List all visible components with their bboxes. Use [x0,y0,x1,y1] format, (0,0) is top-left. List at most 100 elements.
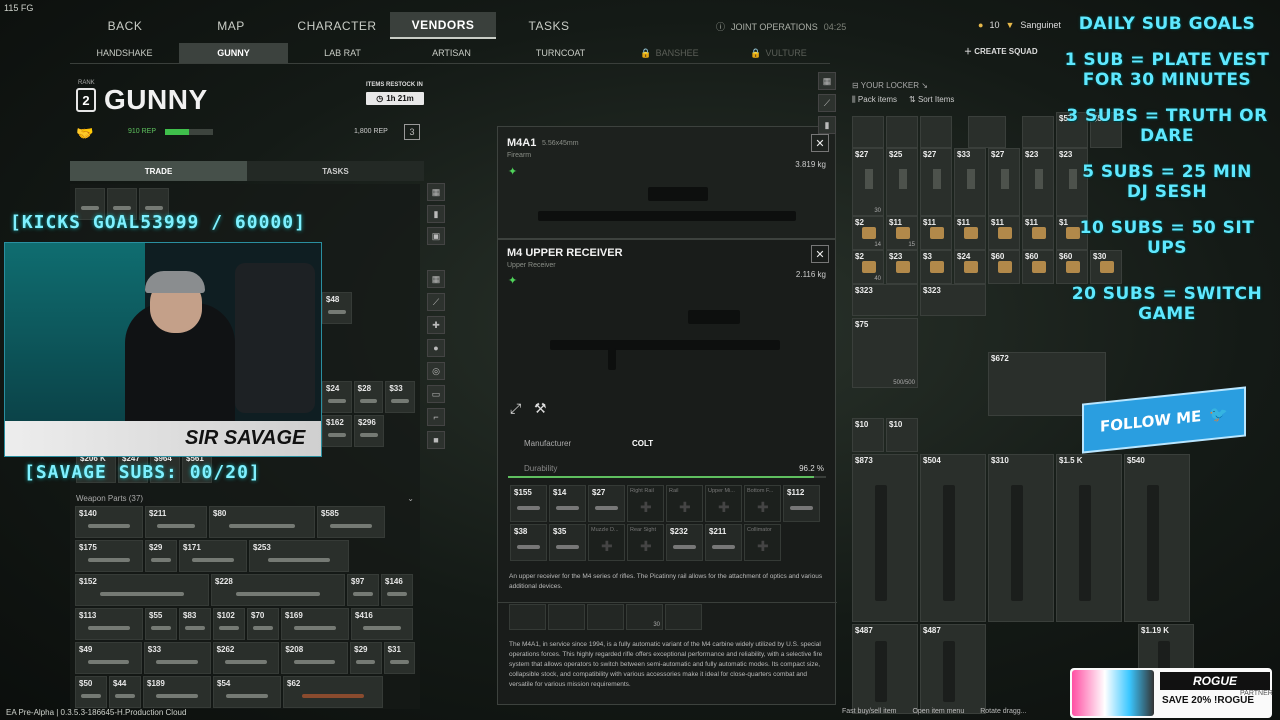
attachment-slot-empty[interactable]: Rear Sight ✚ [627,524,664,561]
item-slot[interactable]: $171 [179,540,247,572]
armor-filter-icon[interactable]: ▮ [427,205,445,223]
vendor-tab-handshake[interactable]: HANDSHAKE [70,43,179,63]
item-slot[interactable]: $29 [145,540,177,572]
attachment-slot[interactable]: $155 [510,485,547,522]
attachment-slot[interactable]: $232 [666,524,703,561]
attachment-slot[interactable]: $35 [549,524,586,561]
item-slot[interactable]: $323 [852,284,918,316]
grenade-filter-icon[interactable]: ● [427,339,445,357]
tab-vendors[interactable]: VENDORS [390,12,496,39]
sort-items-button[interactable]: ⇅ Sort Items [909,95,954,105]
ammo-slot[interactable]: $11 15 [886,216,918,250]
item-slot[interactable]: $50 [75,676,107,708]
tab-character[interactable]: CHARACTER [284,12,390,39]
ammo-slot[interactable]: $11 [1022,216,1054,250]
item-slot[interactable]: $28 [353,381,384,413]
item-slot[interactable]: $33 [143,642,211,674]
tab-tasks[interactable]: TASKS [496,12,602,39]
tab-back[interactable]: BACK [72,12,178,39]
vendor-tab-vulture[interactable]: 🔒 VULTURE [724,43,833,63]
item-slot[interactable]: $146 [381,574,413,606]
item-slot[interactable]: $323 [920,284,986,316]
item-slot[interactable] [665,604,702,630]
pack-items-button[interactable]: ⫼ Pack items [852,95,897,105]
grid-view-icon[interactable]: ▦ [427,270,445,288]
item-slot[interactable]: $253 [249,540,349,572]
tab-map[interactable]: MAP [178,12,284,39]
item-slot[interactable]: $48 [322,292,352,324]
item-slot[interactable]: $152 [75,574,209,606]
pistol-filter-icon[interactable]: ⌐ [427,408,445,426]
attachment-slot-empty[interactable]: Right Rail ✚ [627,485,664,522]
vendor-tab-turncoat[interactable]: TURNCOAT [506,43,615,63]
attachment-slot[interactable]: $27 [588,485,625,522]
group-weapon-parts[interactable]: Weapon Parts (37) ⌄ [70,491,420,506]
item-slot[interactable]: $80 [209,506,315,538]
item-slot[interactable]: $97 [347,574,379,606]
vendor-tab-gunny[interactable]: GUNNY [179,43,288,63]
magazine-slot[interactable]: $25 [886,148,918,216]
item-slot[interactable]: $55 [145,608,177,640]
box-filter-icon[interactable]: ■ [427,431,445,449]
grid-view-icon[interactable]: ▦ [427,183,445,201]
item-slot[interactable]: $33 [385,381,416,413]
ammo-slot[interactable]: $3 [920,250,952,284]
item-slot[interactable]: $70 [247,608,279,640]
ammo-slot[interactable]: $2 40 [852,250,884,284]
item-slot[interactable]: $83 [179,608,211,640]
magazine-slot[interactable]: $33 [954,148,986,216]
item-slot[interactable]: $162 [322,415,352,447]
item-slot[interactable]: $189 [143,676,211,708]
item-slot[interactable]: $228 [211,574,345,606]
rifle-filter-icon[interactable]: ⟋ [427,293,445,311]
attachment-slot-empty[interactable]: Rail ✚ [666,485,703,522]
magazine-slot[interactable]: $27 [988,148,1020,216]
grenade-slot[interactable]: $10 [852,418,884,452]
ammo-slot[interactable]: $23 [886,250,918,284]
backpack-filter-icon[interactable]: ▣ [427,227,445,245]
scope-filter-icon[interactable]: ◎ [427,362,445,380]
item-slot[interactable]: $208 [281,642,349,674]
item-slot[interactable]: $262 [212,642,280,674]
item-slot[interactable] [1022,116,1054,148]
grid-view-icon[interactable]: ▦ [818,72,836,90]
item-slot[interactable]: $62 [283,676,383,708]
ammo-slot[interactable]: $24 [954,250,986,284]
attachment-slot[interactable]: $211 [705,524,742,561]
attachment-slot-empty[interactable]: Collimator ✚ [744,524,781,561]
item-slot[interactable]: $49 [75,642,142,674]
item-slot[interactable]: $54 [213,676,281,708]
tools-icon[interactable]: ⚒ [534,400,547,417]
rifle-slot[interactable]: $873 [852,454,918,622]
item-slot[interactable] [920,116,952,148]
tab-vendor-tasks[interactable]: TASKS [247,161,424,181]
armor-filter-icon[interactable]: ▮ [818,116,836,134]
ammo-filter-icon[interactable]: ▭ [427,385,445,403]
vendor-tab-lab-rat[interactable]: LAB RAT [288,43,397,63]
attachment-slot[interactable]: $38 [510,524,547,561]
item-slot[interactable] [509,604,546,630]
item-slot[interactable]: $24 [322,381,352,413]
item-slot[interactable]: $585 [317,506,385,538]
close-button[interactable]: ✕ [811,245,829,263]
magazine-slot[interactable]: $23 [1022,148,1054,216]
attachment-slot-empty[interactable]: Muzzle D... ✚ [588,524,625,561]
rifle-slot[interactable]: $1.5 K [1056,454,1122,622]
item-slot[interactable] [886,116,918,148]
item-slot[interactable]: $44 [109,676,141,708]
magazine-slot[interactable]: $27 [920,148,952,216]
item-slot[interactable]: $211 [145,506,207,538]
item-slot[interactable] [968,116,1006,148]
vendor-tab-banshee[interactable]: 🔒 BANSHEE [615,43,724,63]
rifle-slot[interactable]: $310 [988,454,1054,622]
create-squad-button[interactable]: ＋ CREATE SQUAD [964,46,1038,57]
rifle-slot[interactable]: $540 [1124,454,1190,622]
ammo-slot[interactable]: $11 [988,216,1020,250]
item-slot[interactable]: $31 [383,642,415,674]
rifle-slot[interactable]: $504 [920,454,986,622]
item-slot[interactable]: $296 [354,415,384,447]
item-slot[interactable]: $102 [213,608,245,640]
attachment-slot-empty[interactable]: Upper Mi... ✚ [705,485,742,522]
attachment-slot[interactable]: $14 [549,485,586,522]
item-slot[interactable]: 30 [626,604,663,630]
